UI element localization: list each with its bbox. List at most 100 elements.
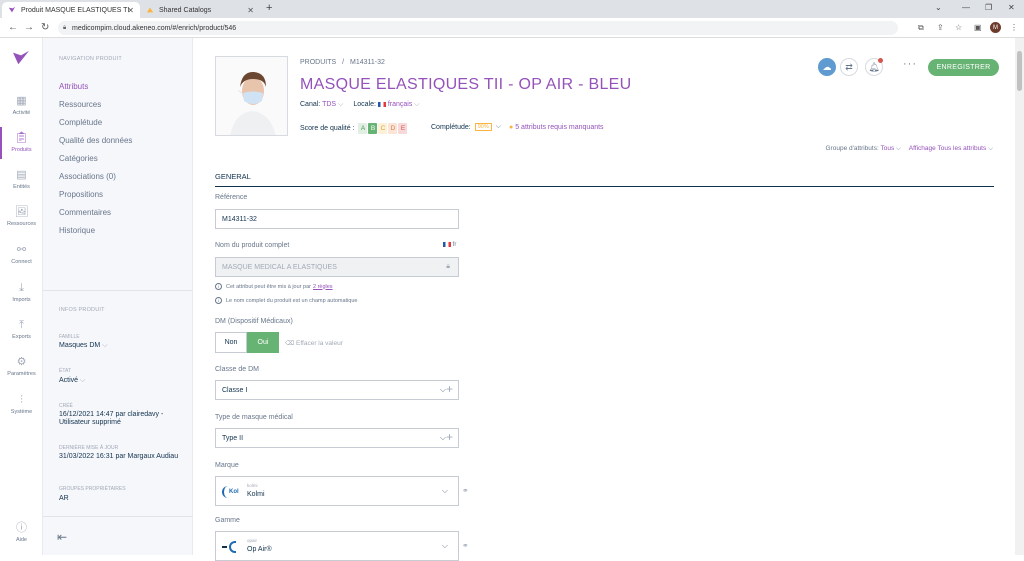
tab-title: Produit MASQUE ELASTIQUES TI [21,6,130,14]
reload-icon[interactable]: ↻ [41,22,49,33]
bookmark-star-icon[interactable]: ☆ [955,23,962,32]
rules-link[interactable]: 2 règles [313,284,333,290]
warning-dot-icon: ● [509,123,514,131]
nav-history[interactable]: Historique [59,226,95,235]
menu-system[interactable]: ⫶ Système [0,387,43,423]
context-switchers: Canal: TDS ⌵ Locale: français ⌵ [300,101,420,109]
compare-translate-icon[interactable]: ⇄ [840,58,858,76]
brand-mark-icon [222,486,228,498]
cloud-sync-icon[interactable]: ☁ [818,58,836,76]
menu-help[interactable]: ⓘ Aide [0,515,43,551]
help-icon: ⓘ [16,522,27,534]
minimize-icon[interactable]: — [962,3,970,12]
akeneo-logo-icon[interactable] [12,50,30,66]
locale-label: Locale: [353,101,376,108]
attribute-display-filter[interactable]: Affichage Tous les attributs ⌵ [909,145,993,152]
locale-value: français [387,101,413,108]
collapse-panel-icon[interactable]: ⇤ [57,530,67,544]
add-option-icon[interactable]: + [446,430,453,444]
nav-comments[interactable]: Commentaires [59,208,111,217]
link-icon[interactable]: ⚭ [462,541,469,550]
state-dropdown[interactable]: Activé ⌵ [59,377,184,385]
browser-tab-bar: Produit MASQUE ELASTIQUES TI ✕ Shared Ca… [0,0,1024,18]
attribute-group-filter[interactable]: Groupe d'attributs: Tous ⌵ [826,145,901,152]
translate-icon[interactable]: ⧉ [918,23,924,33]
page-title: MASQUE ELASTIQUES TII - OP AIR - BLEU [300,76,632,93]
entities-icon: ▤ [16,169,27,181]
marque-label: Marque [215,462,239,469]
family-dropdown[interactable]: Masques DM ⌵ [59,342,184,350]
add-option-icon[interactable]: + [446,382,453,396]
reference-input[interactable]: M14311-32 [215,209,459,229]
page-scrollbar[interactable] [1015,38,1024,555]
close-tab-icon[interactable]: ✕ [127,6,134,15]
forward-icon[interactable]: → [24,22,34,33]
share-icon[interactable]: ⇪ [937,23,944,32]
nav-associations[interactable]: Associations (0) [59,172,116,181]
back-icon[interactable]: ← [8,22,18,33]
channel-switcher[interactable]: Canal: TDS ⌵ [300,101,343,109]
product-edit-form: PRODUITS / M14311-32 MASQUE ELASTIQUES T… [193,38,1015,561]
dm-yes-button[interactable]: Oui [247,332,279,353]
notification-bell-icon[interactable]: 🔔︎ [865,58,883,76]
family-value: Masques DM [59,342,101,349]
menu-activity[interactable]: ▦ Activité [0,88,43,124]
browser-toolbar: ← → ↻ 🔒︎ medicompim.cloud.akeneo.com/#/e… [0,18,1024,38]
new-tab-icon[interactable]: + [266,2,272,14]
breadcrumb-products[interactable]: PRODUITS [300,59,336,66]
display-value: Tous les attributs [937,145,987,152]
menu-products[interactable]: 📋︎ Produits [0,125,43,161]
nav-completeness[interactable]: Complétude [59,118,102,127]
menu-resources[interactable]: 🖼︎ Ressources [0,199,43,235]
tab-search-chevron-icon[interactable]: ⌄ [935,3,942,12]
close-window-icon[interactable]: ✕ [1008,3,1015,12]
locale-switcher[interactable]: Locale: français ⌵ [353,101,419,109]
side-panel-icon[interactable]: ▣ [974,23,982,32]
restore-icon[interactable]: ❐ [985,3,992,12]
lock-icon: 🔒︎ [446,263,450,270]
marque-select[interactable]: Kol kolmi Kolmi ⌵ [215,476,459,506]
clear-value-button[interactable]: ⌫ Effacer la valeur [285,339,343,347]
missing-attributes-link[interactable]: ● 5 attributs requis manquants [509,124,604,131]
browser-tab-product[interactable]: Produit MASQUE ELASTIQUES TI ✕ [2,2,140,18]
product-navigation-panel: NAVIGATION PRODUIT Attributs Ressources … [43,38,193,555]
gamme-select[interactable]: opair Op Air® ⌵ [215,531,459,561]
chevron-down-icon: ⌵ [414,101,420,108]
close-tab-icon[interactable]: ✕ [247,6,254,15]
more-actions-icon[interactable]: ··· [903,58,917,70]
reference-value: M14311-32 [222,215,257,223]
browser-tab-shared-catalogs[interactable]: Shared Catalogs ✕ [140,2,260,18]
address-bar[interactable]: 🔒︎ medicompim.cloud.akeneo.com/#/enrich/… [58,21,898,35]
save-button[interactable]: ENREGISTRER [928,59,999,76]
updated-label: DERNIÈRE MISE À JOUR [59,445,119,451]
menu-imports[interactable]: ⤓ Imports [0,275,43,311]
nav-categories[interactable]: Catégories [59,154,98,163]
chevron-down-icon: ⌵ [988,145,993,152]
dm-no-button[interactable]: Non [215,332,247,353]
menu-settings[interactable]: ⚙ Paramètres [0,349,43,385]
scrollbar-thumb[interactable] [1017,51,1022,91]
nav-attributes[interactable]: Attributs [59,82,88,91]
export-icon: ⤒ [19,319,24,331]
link-icon[interactable]: ⚭ [462,486,469,495]
created-label: CRÉÉ [59,403,73,409]
product-thumbnail[interactable] [215,56,288,136]
type-label: Type de masque médical [215,414,293,421]
classe-select[interactable]: Classe I ⌵ [215,380,459,400]
menu-connect[interactable]: ⚯ Connect [0,237,43,273]
brand-logo-text: Kol [229,489,239,495]
nav-resources[interactable]: Ressources [59,100,101,109]
nav-proposals[interactable]: Propositions [59,190,103,199]
completeness-dropdown[interactable]: Complétude: 90% ⌵ ● 5 attributs requis m… [431,123,604,131]
sliders-icon: ⫶ [20,394,23,406]
menu-exports[interactable]: ⤒ Exports [0,312,43,348]
profile-avatar[interactable]: M [990,22,1001,33]
url-text: medicompim.cloud.akeneo.com/#/enrich/pro… [72,24,237,32]
created-value: 16/12/2021 14:47 par clairedavy - Utilis… [59,411,164,426]
browser-menu-icon[interactable]: ⋮ [1010,23,1018,32]
fullname-value: MASQUE MEDICAL A ELASTIQUES [222,263,337,271]
nav-data-quality[interactable]: Qualité des données [59,136,132,145]
type-select[interactable]: Type II ⌵ [215,428,459,448]
grade-badge-e: E [398,123,408,134]
menu-entities[interactable]: ▤ Entités [0,162,43,198]
